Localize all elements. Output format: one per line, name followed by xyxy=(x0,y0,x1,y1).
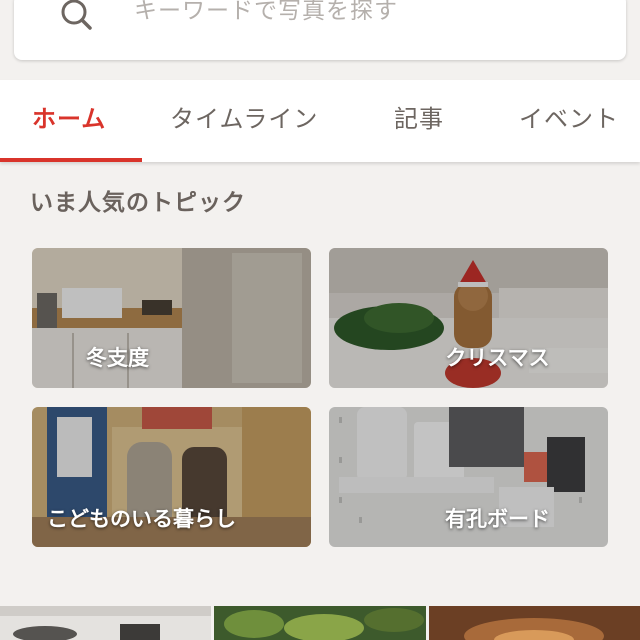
topic-card-winter-prep[interactable]: 冬支度 xyxy=(32,248,311,388)
topic-card-kids-living[interactable]: こどものいる暮らし xyxy=(32,407,311,547)
feed-photo-image xyxy=(214,606,426,640)
search-placeholder: キーワードで写真を探す xyxy=(134,0,398,24)
section-title: いま人気のトピック xyxy=(30,190,246,216)
topic-label: こどものいる暮らし xyxy=(47,507,236,531)
search-bar: キーワードで写真を探す xyxy=(0,0,640,76)
topic-label: 冬支度 xyxy=(86,346,149,370)
active-tab-indicator xyxy=(0,158,142,162)
feed-photo-image xyxy=(0,606,211,640)
topic-label: 有孔ボード xyxy=(445,507,550,531)
search-icon[interactable] xyxy=(56,0,100,34)
tab-events[interactable]: イベント xyxy=(519,102,619,136)
tab-timeline[interactable]: タイムライン xyxy=(170,102,318,136)
tab-articles[interactable]: 記事 xyxy=(394,102,444,136)
search-input[interactable]: キーワードで写真を探す xyxy=(14,0,626,60)
feed-photo[interactable] xyxy=(214,606,426,640)
feed-photo[interactable] xyxy=(0,606,211,640)
topic-card-christmas[interactable]: クリスマス xyxy=(329,248,608,388)
feed-photo-image xyxy=(429,606,640,640)
topic-card-pegboard[interactable]: 有孔ボード xyxy=(329,407,608,547)
topic-label: クリスマス xyxy=(445,346,550,370)
tab-bar: ホーム タイムライン 記事 イベント xyxy=(0,80,640,162)
tab-home[interactable]: ホーム xyxy=(32,102,106,136)
feed-photo[interactable] xyxy=(429,606,640,640)
